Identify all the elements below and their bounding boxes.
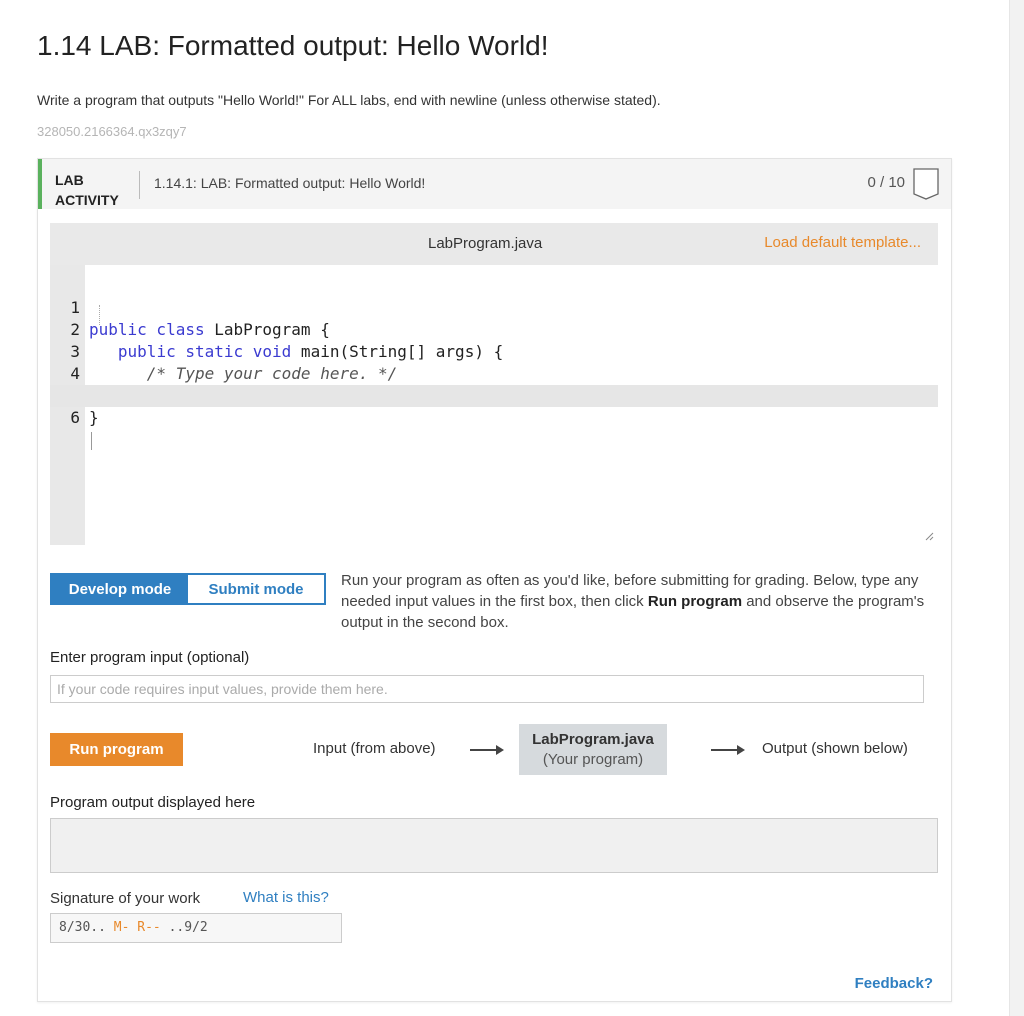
develop-mode-button[interactable]: Develop mode <box>52 575 188 603</box>
signature-part1: 8/30.. <box>59 920 114 935</box>
code-line-active[interactable]: 6 <box>50 385 938 450</box>
lab-badge-line1: LAB <box>55 172 84 188</box>
submit-mode-button[interactable]: Submit mode <box>188 575 324 603</box>
program-output-box <box>50 818 938 873</box>
line-number: 6 <box>70 408 80 427</box>
page-title: 1.14 LAB: Formatted output: Hello World! <box>37 30 549 61</box>
lab-activity-badge: LAB ACTIVITY <box>55 170 145 210</box>
resize-grip-icon[interactable] <box>924 531 934 541</box>
text-cursor <box>91 431 92 450</box>
mode-help-text: Run your program as often as you'd like,… <box>341 570 941 633</box>
feedback-link[interactable]: Feedback? <box>855 975 933 992</box>
flow-input-label: Input (from above) <box>313 740 436 757</box>
signature-label: Signature of your work <box>50 890 201 907</box>
code-editor[interactable]: 1 public class LabProgram { 2 public sta… <box>50 265 938 545</box>
signature-part3: ..9/2 <box>160 920 208 935</box>
program-box-subtitle: (Your program) <box>542 751 644 768</box>
score-display: 0 / 10 <box>867 174 905 191</box>
editor-file-name: LabProgram.java <box>428 235 543 252</box>
signature-box: 8/30.. M- R-- ..9/2 <box>50 913 342 943</box>
help-text-bold: Run program <box>647 593 743 610</box>
program-flow-box: LabProgram.java (Your program) <box>519 724 667 775</box>
code-line[interactable]: 1 public class LabProgram { <box>50 275 938 339</box>
score-shield-icon <box>913 168 939 200</box>
load-default-template-link[interactable]: Load default template... <box>764 234 921 251</box>
lab-activity-card: LAB ACTIVITY 1.14.1: LAB: Formatted outp… <box>37 158 952 1002</box>
code-line[interactable]: 5 } <box>50 363 938 427</box>
program-input-label: Enter program input (optional) <box>50 649 250 666</box>
flow-output-label: Output (shown below) <box>762 740 908 757</box>
run-program-button[interactable]: Run program <box>50 733 183 766</box>
header-divider <box>139 171 140 199</box>
lab-id: 328050.2166364.qx3zqy7 <box>37 124 187 139</box>
arrow-right-icon <box>711 745 745 755</box>
code-line[interactable]: 3 /* Type your code here. */ <box>50 319 938 383</box>
signature-part2: M- R-- <box>113 920 161 935</box>
lab-activity-name: 1.14.1: LAB: Formatted output: Hello Wor… <box>154 175 426 191</box>
lab-header: LAB ACTIVITY 1.14.1: LAB: Formatted outp… <box>38 159 951 209</box>
program-input-field[interactable] <box>50 675 924 703</box>
program-output-label: Program output displayed here <box>50 794 256 811</box>
right-scroll-gutter <box>1009 0 1024 1016</box>
code-line[interactable]: 4 } <box>50 341 938 405</box>
lab-description: Write a program that outputs "Hello Worl… <box>37 92 661 108</box>
arrow-right-icon <box>470 745 504 755</box>
editor-tab-bar: LabProgram.java Load default template... <box>50 223 938 265</box>
what-is-this-link[interactable]: What is this? <box>243 889 329 906</box>
code-line[interactable]: 2 public static void main(String[] args)… <box>50 297 938 361</box>
code-text <box>89 429 92 451</box>
mode-toggle: Develop mode Submit mode <box>50 573 326 605</box>
lab-badge-line2: ACTIVITY <box>55 192 119 208</box>
program-box-name: LabProgram.java <box>532 731 654 748</box>
